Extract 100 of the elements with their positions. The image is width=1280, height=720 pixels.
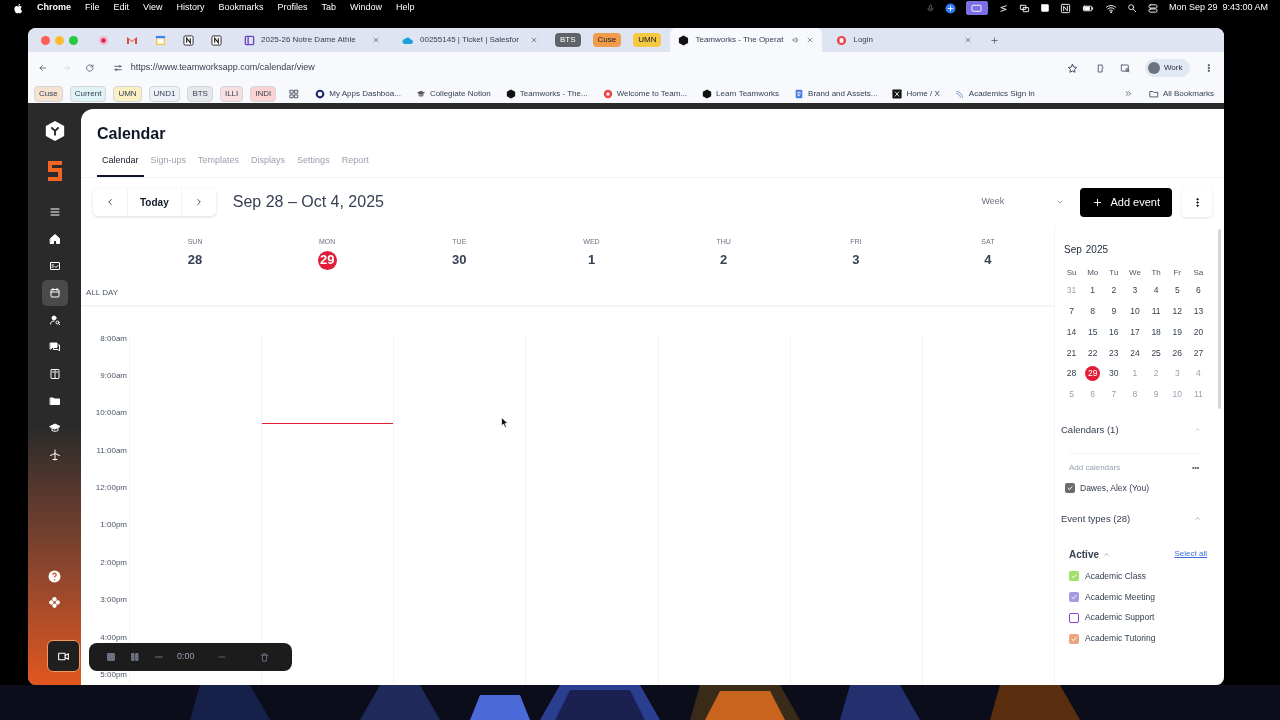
mini-calendar-day[interactable]: 12 [1169,304,1185,320]
n-logo-icon[interactable] [183,34,194,46]
reload-icon[interactable] [85,63,95,73]
mini-calendar-day[interactable]: 1 [1085,283,1101,299]
day-number[interactable]: 1 [587,250,596,269]
menu-bar-clock[interactable]: Mon Sep 29 9:43:00 AM [1168,1,1268,15]
bookmark-folder-chip[interactable]: BTS [187,85,213,102]
mini-calendar-day[interactable]: 21 [1064,345,1080,361]
close-tab-icon[interactable] [806,36,815,44]
help-icon[interactable] [48,570,61,583]
add-event-button[interactable]: Add event [1080,187,1172,217]
bookmark-folder-chip[interactable]: UMN [113,85,142,102]
section-heading[interactable]: Event types (28) [1061,511,1131,526]
browser-tab[interactable]: Login [828,28,981,52]
pause-icon[interactable] [129,651,141,663]
day-number[interactable]: 2 [720,250,728,269]
view-select[interactable]: Week [975,190,1071,214]
menu-item[interactable]: View [143,1,163,15]
mini-calendar-day[interactable]: 6 [1190,283,1206,299]
microphone-icon[interactable] [925,3,935,13]
mini-calendar-day[interactable]: 26 [1169,345,1185,361]
stop-icon[interactable] [105,651,117,663]
mini-calendar-day[interactable]: 13 [1190,304,1206,320]
page-tab[interactable]: Calendar [97,152,144,177]
bookmark-folder-chip[interactable]: Cuse [34,85,63,102]
bookmark-folder-chip[interactable]: INDI [250,85,277,102]
apps-grid-icon[interactable] [289,88,300,99]
browser-tab[interactable]: Teamworks - The Operat [670,28,823,52]
day-number[interactable]: 30 [452,250,467,269]
sidebar-nav-item[interactable] [41,280,68,306]
bookmark-link[interactable]: Home / X [892,87,940,100]
bookmark-link[interactable]: Teamworks - The... [505,87,588,100]
menu-item[interactable]: Bookmarks [218,1,264,15]
mini-calendar-day[interactable]: 10 [1127,304,1143,320]
mini-calendar-day[interactable]: 14 [1064,324,1080,340]
mini-calendar-day[interactable]: 5 [1169,283,1185,299]
checkbox[interactable] [1065,483,1075,494]
mini-calendar-day[interactable]: 19 [1169,324,1185,340]
close-tab-icon[interactable] [530,36,538,44]
checkbox[interactable] [1069,592,1079,602]
mini-calendar-day[interactable]: 7 [1064,304,1080,320]
bookmark-link[interactable]: Collegiate Notion [415,87,491,100]
close-tab-icon[interactable] [964,36,973,44]
back-icon[interactable] [38,63,48,73]
bookmark-link[interactable]: My Apps Dashboa... [315,87,401,100]
menu-item[interactable]: History [176,1,205,15]
bookmark-folder-chip[interactable]: UND1 [148,85,181,102]
menu-item[interactable]: Window [349,1,382,15]
mini-calendar-day[interactable]: 27 [1190,345,1206,361]
group-heading[interactable]: Active [1069,546,1099,562]
new-tab-icon[interactable] [990,35,1000,45]
checkbox[interactable] [1069,571,1079,582]
menu-item[interactable]: Help [396,1,415,15]
day-number[interactable]: 3 [852,250,860,269]
menu-item[interactable]: Chrome [37,1,71,15]
profile-button[interactable]: Work [1144,59,1191,77]
menu-item[interactable]: Edit [113,1,130,15]
address-bar[interactable]: https://www.teamworksapp.com/calendar/view [108,57,1082,79]
note-icon[interactable] [1039,3,1050,13]
mini-calendar-day[interactable]: 11 [1148,304,1164,320]
mini-calendar-day[interactable]: 16 [1106,324,1122,340]
menu-item[interactable]: File [85,1,100,15]
section-heading[interactable]: Calendars (1) [1061,422,1119,437]
screen-record-icon[interactable] [965,1,988,15]
mail-icon[interactable] [126,35,138,45]
checkbox[interactable] [1069,612,1079,623]
bookmark-link[interactable]: Academics Sign in [954,87,1035,100]
search-icon[interactable] [1126,3,1137,13]
checkbox[interactable] [1069,633,1079,644]
mini-calendar-day[interactable]: 17 [1127,324,1143,340]
wifi-icon[interactable] [1104,2,1117,14]
tab-search-icon[interactable] [1120,62,1131,74]
display-icon[interactable] [1018,2,1030,14]
close-tab-icon[interactable] [372,36,380,44]
bookmark-link[interactable]: Brand and Assets... [794,87,878,100]
select-all-link[interactable]: Select all [1174,548,1207,561]
bookmark-star-icon[interactable] [1066,62,1078,74]
bookmark-link[interactable]: Welcome to Team... [602,87,688,100]
tab-group-chip[interactable]: BTS [555,33,581,47]
trash-icon[interactable] [258,651,270,663]
bookmark-link[interactable]: Learn Teamworks [702,87,780,100]
day-number[interactable]: 29 [317,250,337,270]
mini-calendar-day[interactable]: 18 [1148,324,1164,340]
bookmark-folder-chip[interactable]: Current [69,85,107,102]
app-icon[interactable] [944,2,956,14]
mini-calendar-day[interactable]: 29 [1085,366,1101,382]
extensions-icon[interactable] [1095,62,1107,74]
mini-calendar-day[interactable]: 22 [1085,345,1101,361]
menu-item[interactable]: Profiles [277,1,308,15]
camera-button[interactable] [47,640,80,672]
scrollbar-thumb[interactable] [1218,228,1221,409]
mini-calendar-day[interactable]: 2 [1106,283,1122,299]
mini-calendar-day[interactable]: 8 [1085,304,1101,320]
app-logo-icon[interactable] [43,120,66,142]
flower-icon[interactable] [48,596,61,609]
browser-tab[interactable]: 2025-26 Notre Dame Athle [236,28,388,52]
day-number[interactable]: 28 [187,250,203,269]
mini-calendar-day[interactable]: 20 [1190,324,1206,340]
apple-logo-icon[interactable] [13,2,23,14]
mini-calendar-day[interactable]: 23 [1106,345,1122,361]
